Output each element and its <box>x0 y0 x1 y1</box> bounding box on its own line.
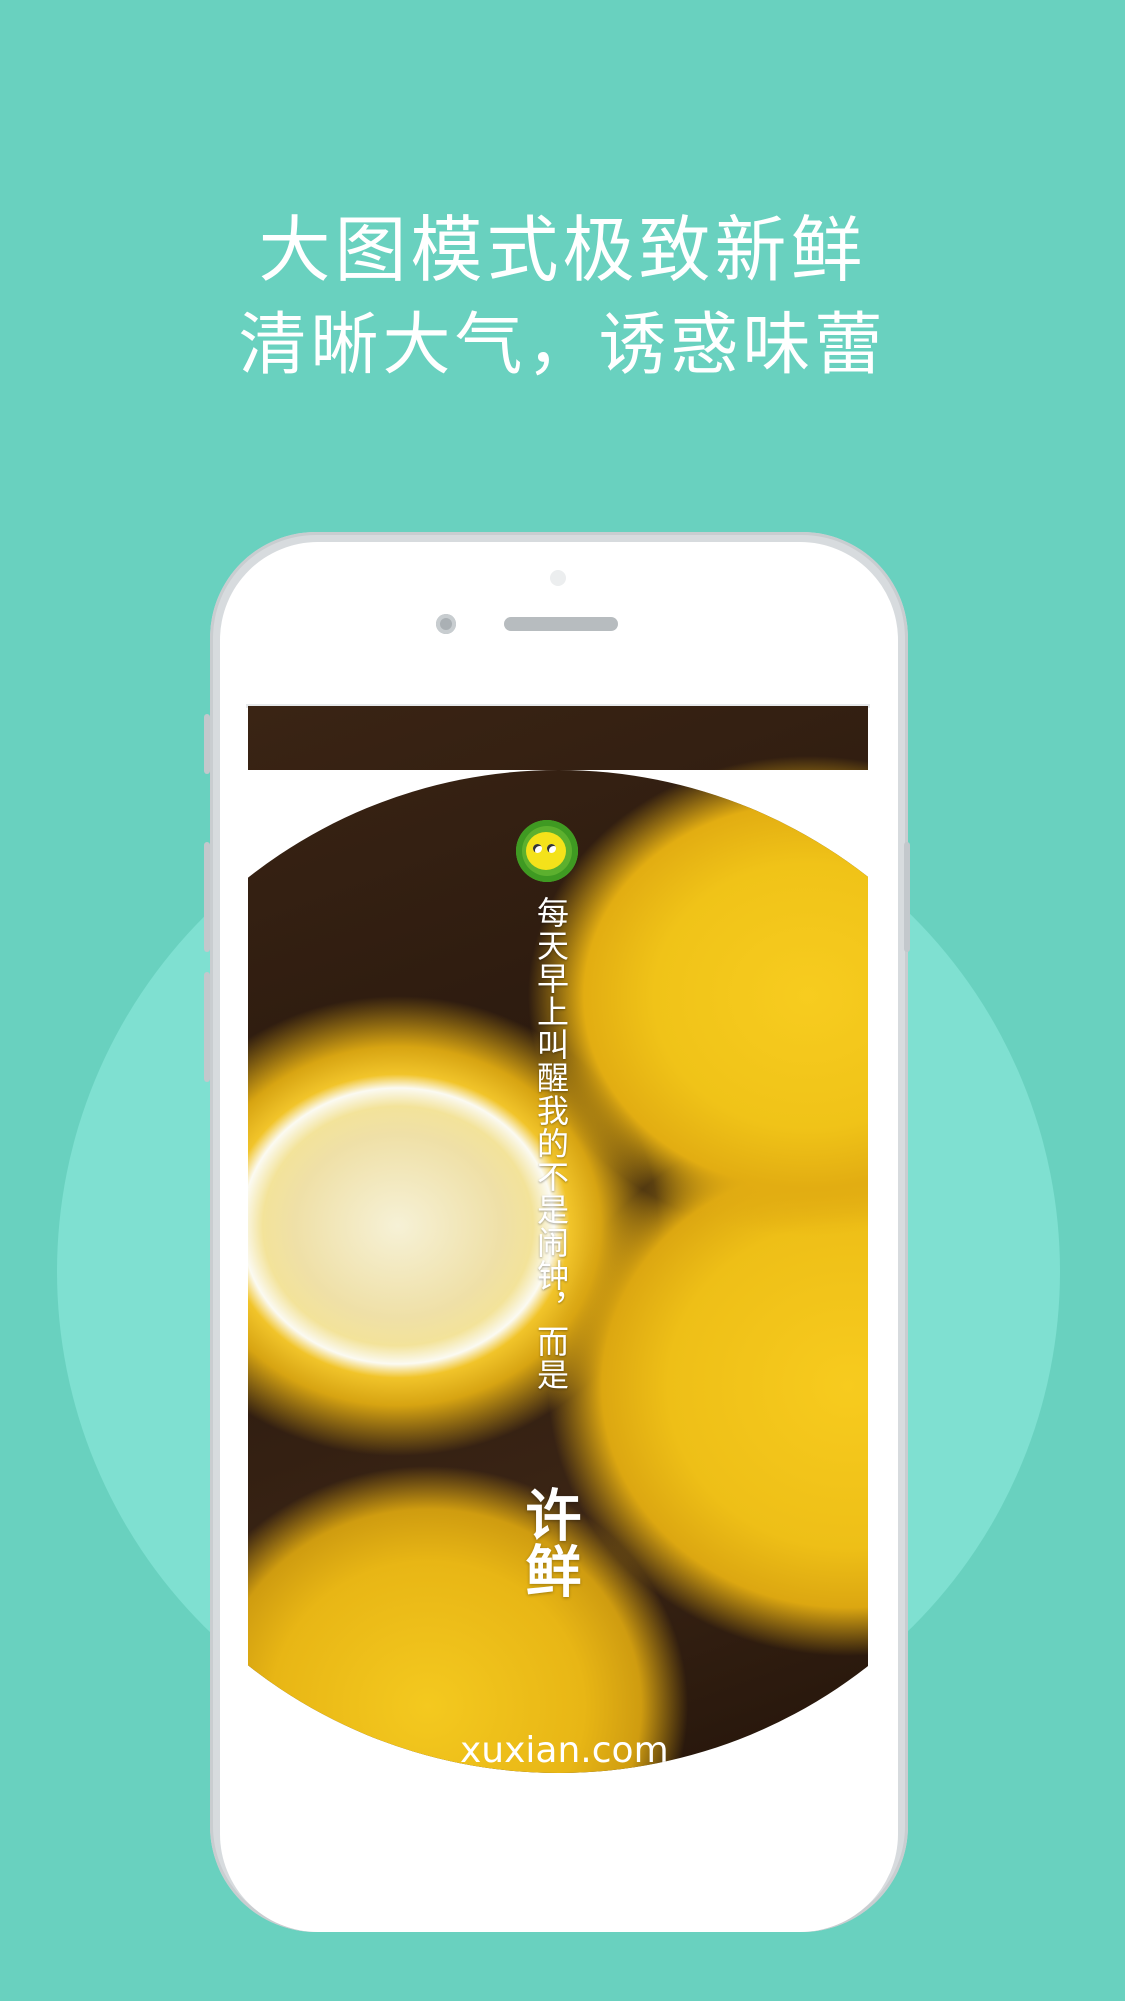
earpiece-speaker <box>504 617 618 631</box>
front-camera-icon <box>436 614 456 634</box>
proximity-sensor <box>550 570 566 586</box>
headline-line-1: 大图模式极致新鲜 <box>258 208 867 292</box>
power-button <box>904 842 910 952</box>
volume-up-button <box>204 842 210 952</box>
silent-switch <box>204 714 210 774</box>
volume-down-button <box>204 972 210 1082</box>
headline-line-2: 清晰大气，诱惑味蕾 <box>238 306 887 385</box>
screen-top-portion <box>248 706 868 770</box>
